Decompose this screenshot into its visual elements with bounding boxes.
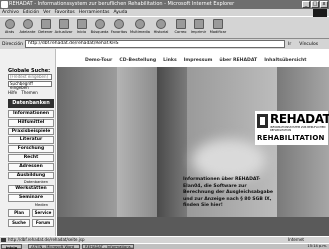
- print-button[interactable]: Imprimir: [191, 19, 206, 34]
- logo-tagline: INFORMATIONSSYSTEM ZUR BERUFLICHEN REHAB…: [270, 126, 326, 132]
- mail-icon: [175, 19, 186, 29]
- window-title: REHADAT - Informationssystem zur berufli…: [9, 1, 235, 7]
- elan-info-link[interactable]: Informationen über REHADAT-Elan04, die S…: [183, 177, 273, 210]
- nav-item-literatur[interactable]: Literatur: [8, 136, 54, 145]
- search-term-select[interactable]: Suchbegriff eingeben: [8, 81, 52, 90]
- nav-item-forschung[interactable]: Forschung: [8, 145, 54, 153]
- favorites-button[interactable]: Favoritos: [110, 19, 128, 34]
- database-nav: Informationen Hilfsmittel Praxisbeispiel…: [8, 110, 54, 228]
- menu-tools[interactable]: Herramientas: [79, 10, 110, 15]
- topics-link[interactable]: Themen: [21, 90, 37, 95]
- nav-item-service[interactable]: Service: [32, 208, 54, 217]
- window-controls: _ □ x: [302, 1, 328, 8]
- menu-file[interactable]: Archivo: [2, 10, 19, 15]
- web-page: Globale Suche: (Freitext eingeben) Suchb…: [0, 49, 329, 236]
- nav-item-adressen[interactable]: Adressen: [8, 162, 54, 171]
- favorites-icon: [114, 19, 124, 29]
- go-button[interactable]: Ir: [288, 42, 291, 47]
- nav-row-suche-forum: Suche Forum: [8, 218, 54, 228]
- status-bar: http://dbf.rehadat.de/rehadat/seite.jsp …: [0, 236, 329, 243]
- global-search-input[interactable]: (Freitext eingeben): [8, 74, 52, 80]
- close-button[interactable]: x: [320, 1, 328, 8]
- back-arrow-icon: [4, 19, 15, 29]
- minimize-button[interactable]: _: [302, 1, 310, 8]
- window-title-bar: REHADAT - Informationssystem zur berufli…: [0, 0, 329, 9]
- forward-arrow-icon: [22, 19, 33, 29]
- address-input[interactable]: http://dbf.rehadat.de/rehadat/Rehaf.KHS: [25, 40, 286, 48]
- banner-pillar: [157, 67, 187, 236]
- stop-icon: [40, 19, 51, 29]
- address-label: Dirección: [2, 41, 24, 47]
- logo-name: REHADAT: [270, 112, 329, 126]
- media-icon: [135, 19, 145, 29]
- start-button[interactable]: Inicio: [1, 244, 22, 249]
- windows-logo-icon: [313, 9, 327, 17]
- help-link[interactable]: Hilfe: [8, 90, 17, 95]
- rehadat-logo[interactable]: REHADAT INFORMATIONSSYSTEM ZUR BERUFLICH…: [255, 111, 329, 145]
- logo-subtitle: REHABILITATION: [257, 134, 325, 142]
- nav-item-suche[interactable]: Suche: [8, 218, 30, 227]
- topnav-inhaltsuebersicht[interactable]: Inhaltsübersicht: [264, 58, 306, 63]
- topnav-demo-tour[interactable]: Demo-Tour: [85, 58, 112, 63]
- nav-item-praxisbeispiele[interactable]: Praxisbeispiele: [8, 127, 54, 136]
- nav-item-informationen[interactable]: Informationen: [8, 110, 54, 118]
- nav-item-ausbildung[interactable]: Ausbildung: [8, 171, 54, 180]
- banner-light: [192, 139, 266, 181]
- hero-banner-image: [57, 67, 329, 236]
- forward-button[interactable]: Adelante: [20, 19, 36, 34]
- nav-item-recht[interactable]: Recht: [8, 153, 54, 162]
- banner-pillar: [117, 67, 157, 236]
- history-button[interactable]: Historial: [152, 19, 170, 34]
- links-button[interactable]: Vínculos: [299, 42, 318, 47]
- databases-header: Datenbanken: [8, 99, 54, 108]
- nav-item-plan[interactable]: Plan: [8, 208, 30, 217]
- edit-button[interactable]: Modificar: [209, 19, 227, 34]
- taskbar-clock: 15:14 p.m.: [307, 244, 327, 248]
- taskbar: Inicio ASTIN - Microsoft Word REHADAT - …: [0, 243, 329, 249]
- topnav-cd-bestellung[interactable]: CD-Bestellung: [119, 58, 156, 63]
- refresh-button[interactable]: Actualizar: [55, 19, 72, 34]
- topnav-impressum[interactable]: Impressum: [184, 58, 213, 63]
- mail-button[interactable]: Correo: [173, 19, 188, 34]
- browser-toolbar: Atrás Adelante Detener Actualizar Inicio…: [0, 17, 329, 39]
- media-button[interactable]: Multimedia: [130, 19, 150, 34]
- stop-button[interactable]: Detener: [38, 19, 53, 34]
- search-button[interactable]: Búsqueda: [91, 19, 108, 34]
- left-column: Globale Suche: (Freitext eingeben) Suchb…: [0, 49, 56, 236]
- search-icon: [94, 19, 105, 29]
- address-bar: Dirección http://dbf.rehadat.de/rehadat/…: [0, 39, 329, 49]
- menu-bar: Archivo Edición Ver Favoritos Herramient…: [0, 9, 329, 17]
- nav-item-werkstaetten[interactable]: Werkstätten: [8, 185, 54, 194]
- menu-favorites[interactable]: Favoritos: [54, 10, 74, 15]
- menu-help[interactable]: Ayuda: [113, 10, 127, 15]
- topnav-ueber-rehadat[interactable]: über REHADAT: [219, 58, 257, 63]
- banner-floor: [57, 217, 329, 236]
- top-navigation: Demo-Tour CD-Bestellung Links Impressum …: [85, 58, 313, 63]
- nav-row-plan-service: Plan Service: [8, 208, 54, 218]
- refresh-icon: [58, 19, 69, 29]
- nav-sub-medien[interactable]: Medien: [8, 203, 54, 208]
- banner-pillar: [277, 67, 329, 236]
- history-icon: [156, 19, 166, 29]
- help-topics-row: Hilfe Themen: [8, 90, 41, 95]
- banner-pillar: [57, 67, 117, 236]
- nav-item-forum[interactable]: Forum: [32, 218, 54, 227]
- page-status-icon: [1, 238, 6, 242]
- menu-view[interactable]: Ver: [43, 10, 50, 15]
- internet-explorer-icon: [1, 1, 8, 8]
- status-url: http://dbf.rehadat.de/rehadat/seite.jsp: [8, 237, 85, 242]
- taskbar-item-browser[interactable]: REHADAT - Informations...: [82, 244, 134, 249]
- edit-icon: [213, 19, 223, 29]
- menu-edit[interactable]: Edición: [23, 10, 39, 15]
- nav-item-seminare[interactable]: Seminare: [8, 194, 54, 202]
- maximize-button[interactable]: □: [311, 1, 319, 8]
- nav-item-hilfsmittel[interactable]: Hilfsmittel: [8, 118, 54, 127]
- back-button[interactable]: Atrás: [2, 19, 17, 34]
- rehadat-logo-mark-icon: [257, 114, 268, 128]
- home-button[interactable]: Inicio: [74, 19, 89, 34]
- print-icon: [193, 19, 204, 29]
- topnav-links[interactable]: Links: [163, 58, 177, 63]
- home-icon: [76, 19, 87, 29]
- taskbar-item-word[interactable]: ASTIN - Microsoft Word: [28, 244, 80, 249]
